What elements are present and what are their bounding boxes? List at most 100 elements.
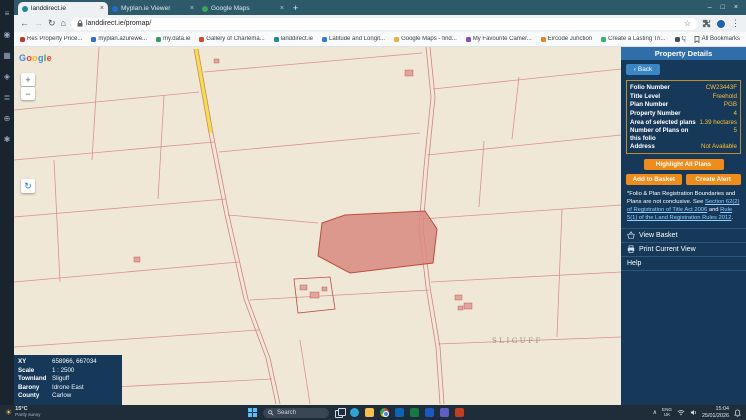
tray-chevron-icon[interactable]: ∧ [653,409,657,416]
tab-label: Myplan.ie Viewer [121,5,187,12]
bookmark-item[interactable]: Google Maps - find... [394,36,457,42]
map-refresh-button[interactable]: ↻ [21,179,35,193]
tab-myplan[interactable]: Myplan.ie Viewer × [108,2,198,15]
bookmark-item[interactable]: Res Property Price... [20,36,82,42]
home-icon[interactable]: ⌂ [61,19,66,28]
menu-label: Print Current View [639,246,696,253]
bookmark-item[interactable]: my.data.ie [156,36,190,42]
tab-close-icon[interactable]: × [190,5,194,12]
bookmark-label: landdirect.ie [281,36,313,42]
taskbar-search[interactable]: Search [263,408,329,418]
zoom-controls: + − [21,73,35,100]
menu-icon[interactable]: ≡ [5,10,10,18]
tab-google-maps[interactable]: Google Maps × [198,2,288,15]
favicon [156,37,161,42]
chrome-icon[interactable] [380,408,389,417]
bookmark-item[interactable]: Create a Lasting Tri... [601,36,665,42]
sun-icon: ☀ [5,408,12,417]
bookmark-star-icon[interactable]: ☆ [684,19,691,28]
wifi-icon[interactable] [677,409,685,416]
bookmark-item[interactable]: My Favourite Camer... [466,36,532,42]
volume-icon[interactable] [690,409,697,416]
highlight-all-plans-button[interactable]: Highlight All Plans [644,159,724,170]
close-button[interactable]: × [734,4,738,11]
tab-strip: landdirect.ie × Myplan.ie Viewer × Googl… [14,0,746,15]
tab-close-icon[interactable]: × [280,5,284,12]
weather-widget[interactable]: ☀ 15°C Partly sunny [0,407,40,417]
start-button[interactable] [248,408,257,417]
reload-icon[interactable]: ↻ [48,19,56,28]
info-row: BaronyIdrone East [18,384,118,393]
bookmark-item[interactable]: Latitude and Longit... [322,36,385,42]
bookmark-item[interactable]: myplan.azurewe... [91,36,147,42]
tab-landdirect[interactable]: landdirect.ie × [18,2,108,15]
apps-grid-icon[interactable]: ▦ [3,52,11,60]
field-value: CW23443F [706,84,737,91]
tab-close-icon[interactable]: × [100,5,104,12]
help-item[interactable]: Help [621,257,746,271]
teams-icon[interactable] [440,408,449,417]
field-label: Plan Number [630,101,668,108]
field-value: 1.39 hectares [700,119,738,126]
search-icon [268,410,274,416]
back-icon[interactable]: ← [20,19,29,28]
back-arrow-icon: ‹ [634,66,636,73]
zoom-out-button[interactable]: − [21,87,35,100]
forward-icon[interactable]: → [34,19,43,28]
field-value: 5 [734,127,737,141]
extensions-puzzle-icon[interactable] [702,19,711,28]
tab-favicon [22,6,28,12]
browser-window: landdirect.ie × Myplan.ie Viewer × Googl… [14,0,746,405]
edge-icon[interactable] [350,408,359,417]
info-label: XY [18,358,52,367]
zoom-in-button[interactable]: + [21,73,35,86]
word-icon[interactable] [425,408,434,417]
all-bookmarks-button[interactable]: All Bookmarks [685,36,740,43]
minimize-button[interactable]: – [708,4,712,11]
print-current-view-item[interactable]: Print Current View [621,243,746,257]
taskbar-clock[interactable]: 15:04 25/01/2026 [702,406,729,418]
address-bar[interactable]: landdirect.ie/promap/ ☆ [71,18,697,30]
browser-menu-icon[interactable]: ⋮ [731,18,740,29]
back-label: Back [638,66,652,73]
back-button[interactable]: ‹ Back [626,64,660,75]
favicon [675,37,680,42]
add-icon[interactable]: ⊕ [4,115,11,123]
map-viewport[interactable]: SLIGUFF Google + − ↻ XY658966, 667034 Sc… [14,47,621,405]
add-to-basket-button[interactable]: Add to Basket [626,174,682,185]
bookmark-label: Res Property Price... [27,36,82,42]
settings-icon[interactable]: ✱ [4,136,11,144]
field-label: Number of Plans on this folio [630,127,696,141]
bookmark-item[interactable]: Eircode Junction [541,36,592,42]
language-indicator[interactable]: ENG UK [662,408,672,417]
menu-label: View Basket [639,232,677,239]
bookmark-item[interactable]: landdirect.ie [274,36,313,42]
map-pin-icon[interactable]: ◈ [4,73,10,81]
excel-icon[interactable] [410,408,419,417]
notifications-bell-icon[interactable] [734,409,741,417]
create-alert-button[interactable]: Create Alert [686,174,742,185]
field-label: Folio Number [630,84,670,91]
parcel-map[interactable]: SLIGUFF [14,47,621,405]
bookmark-item[interactable]: QR Code Generator... [675,36,685,42]
powerpoint-icon[interactable] [455,408,464,417]
view-basket-item[interactable]: View Basket [621,229,746,243]
new-tab-button[interactable]: + [293,3,298,13]
bookmark-label: Latitude and Longit... [329,36,385,42]
user-icon[interactable]: ◉ [4,31,11,39]
field-value: Not Available [701,143,737,150]
outlook-icon[interactable] [395,408,404,417]
task-view-icon[interactable] [335,408,344,417]
bookmarks-folder-icon [694,36,700,43]
field-value: Freehold [713,93,737,100]
layers-icon[interactable]: ≣ [4,94,11,102]
field-label: Area of selected plans [630,119,696,126]
field-row: Plan NumberPGB [630,100,737,109]
bookmark-item[interactable]: Gallery of Charlema... [199,36,264,42]
file-explorer-icon[interactable] [365,408,374,417]
selected-parcel[interactable] [318,211,437,273]
panel-title: Property Details [621,47,746,60]
profile-avatar[interactable] [716,19,726,29]
maximize-button[interactable]: □ [721,4,725,11]
info-value: 658966, 667034 [52,358,97,367]
